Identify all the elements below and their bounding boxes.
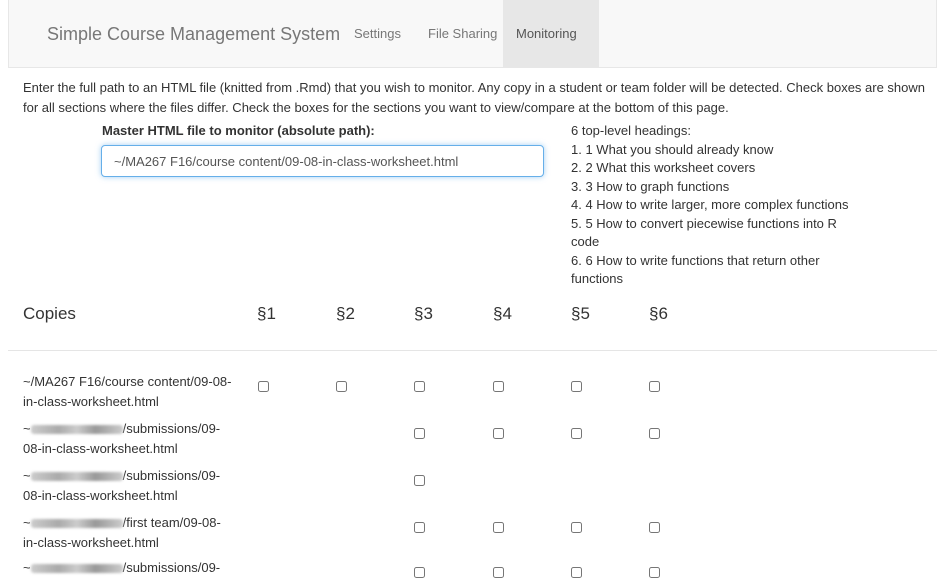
heading-item: 1. 1 What you should already know (571, 141, 774, 157)
copy-path: ~/first team/09-08-in-class-worksheet.ht… (23, 513, 233, 553)
section-5-checkbox[interactable] (571, 522, 582, 533)
section-6-checkbox[interactable] (649, 522, 660, 533)
copy-path-prefix: ~ (23, 421, 31, 436)
section-3-checkbox[interactable] (414, 428, 425, 439)
section-3-checkbox[interactable] (414, 522, 425, 533)
section-4-checkbox[interactable] (493, 428, 504, 439)
heading-item: 2. 2 What this worksheet covers (571, 160, 756, 175)
copy-path-prefix: ~/MA267 F16/course content/09-08-in-clas… (23, 374, 232, 409)
copies-header: Copies (23, 304, 76, 323)
section-4-checkbox[interactable] (493, 381, 504, 392)
section-3-checkbox[interactable] (414, 381, 425, 392)
headings-summary: 6 top-level headings: (571, 123, 691, 138)
copy-path: ~/submissions/09-08-in-class-worksheet.h… (23, 419, 233, 459)
section-header: §6 (649, 304, 668, 323)
section-1-checkbox[interactable] (258, 381, 269, 392)
headings-panel: 6 top-level headings: 1. 1 What you shou… (571, 122, 861, 289)
redacted-username (30, 472, 123, 482)
brand[interactable]: Simple Course Management System (47, 24, 340, 45)
section-5-checkbox[interactable] (571, 567, 582, 578)
section-4-checkbox[interactable] (493, 567, 504, 578)
intro-text: Enter the full path to an HTML file (kni… (23, 80, 926, 115)
nav-settings[interactable]: Settings (341, 0, 414, 67)
section-5-checkbox[interactable] (571, 428, 582, 439)
master-file-label: Master HTML file to monitor (absolute pa… (102, 123, 375, 138)
section-5-checkbox[interactable] (571, 381, 582, 392)
section-3-checkbox[interactable] (414, 567, 425, 578)
heading-item: 6. 6 How to write functions that return … (571, 252, 820, 287)
section-header: §2 (336, 304, 355, 323)
redacted-username (30, 519, 123, 529)
headings-list: 1. 1 What you should already know 2. 2 W… (571, 141, 861, 289)
section-6-checkbox[interactable] (649, 567, 660, 578)
section-4-checkbox[interactable] (493, 522, 504, 533)
heading-item: 5. 5 How to convert piecewise functions … (571, 215, 837, 250)
redacted-username (30, 564, 123, 574)
section-6-checkbox[interactable] (649, 381, 660, 392)
copy-path: ~/submissions/09-08-in-class-worksheet.h… (23, 466, 233, 506)
section-header: §4 (493, 304, 512, 323)
section-header: §1 (257, 304, 276, 323)
nav-file-sharing[interactable]: File Sharing (415, 0, 510, 67)
table-divider (8, 350, 937, 351)
section-header: §3 (414, 304, 433, 323)
heading-item: 4. 4 How to write larger, more complex f… (571, 197, 849, 212)
section-header: §5 (571, 304, 590, 323)
nav-monitoring[interactable]: Monitoring (503, 0, 599, 67)
redacted-username (30, 425, 123, 435)
navbar: Simple Course Management System Settings… (8, 0, 937, 68)
copy-path: ~ /submissions/09- (23, 558, 233, 578)
copy-path-prefix: ~ (23, 468, 31, 483)
copy-path-prefix: ~ (23, 560, 31, 575)
copy-path-prefix: ~ (23, 515, 31, 530)
section-2-checkbox[interactable] (336, 381, 347, 392)
heading-item: 3. 3 How to graph functions (571, 178, 730, 194)
copy-path: ~/MA267 F16/course content/09-08-in-clas… (23, 372, 233, 412)
master-file-input[interactable] (101, 145, 544, 177)
section-6-checkbox[interactable] (649, 428, 660, 439)
copy-path-suffix: /submissions/09- (122, 560, 221, 575)
section-3-checkbox[interactable] (414, 475, 425, 486)
